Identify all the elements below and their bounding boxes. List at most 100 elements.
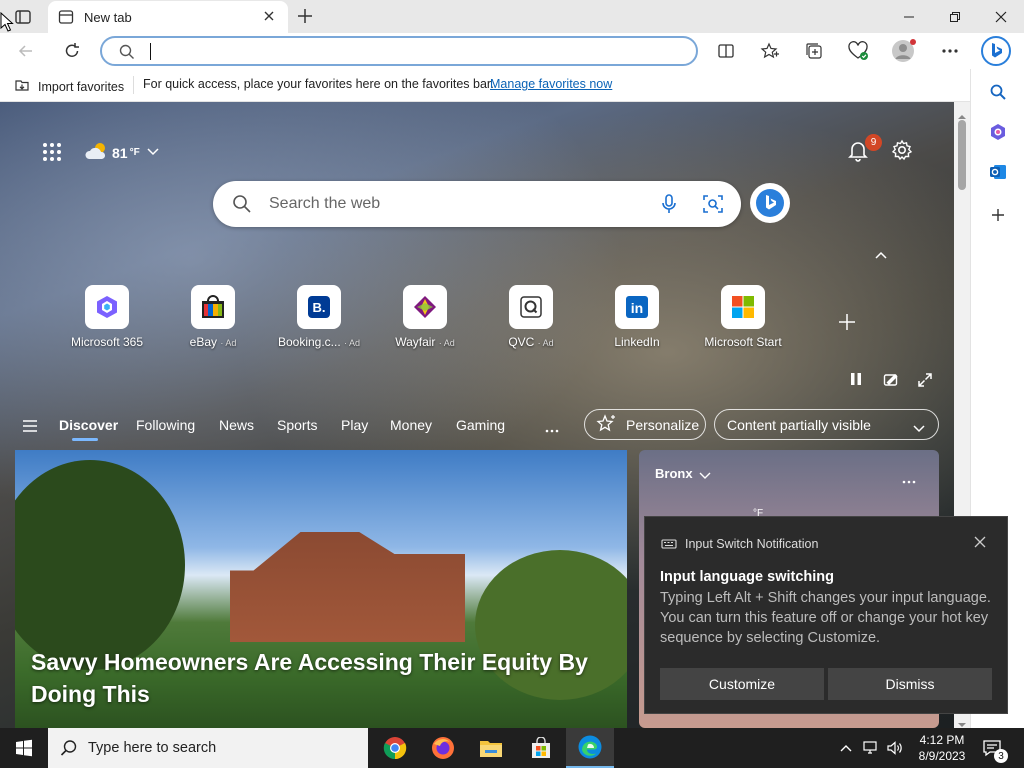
taskbar-search-box[interactable]: Type here to search (48, 728, 368, 768)
quick-link-microsoft-start[interactable]: Microsoft Start (693, 285, 793, 349)
collections-icon[interactable] (796, 33, 832, 69)
quick-link-linkedin[interactable]: in LinkedIn (587, 285, 687, 349)
tab-money[interactable]: Money (390, 417, 432, 433)
refresh-button[interactable] (62, 41, 82, 64)
action-center-count-badge: 3 (994, 749, 1008, 763)
network-icon[interactable] (862, 739, 880, 760)
quick-link-ebay[interactable]: eBay · Ad (163, 285, 263, 349)
collapse-chevron-icon[interactable] (874, 248, 888, 263)
chevron-down-icon (699, 468, 711, 483)
hamburger-menu-icon[interactable] (22, 419, 38, 436)
microsoft-logo-icon (721, 285, 765, 329)
system-clock[interactable]: 4:12 PM 8/9/2023 (912, 732, 972, 764)
sidebar-add-icon[interactable] (983, 200, 1013, 230)
tab-new-tab[interactable]: New tab (48, 1, 288, 33)
back-button[interactable] (16, 41, 36, 64)
hero-article-card[interactable]: Savvy Homeowners Are Accessing Their Equ… (15, 450, 627, 728)
weather-location: Bronx (655, 466, 693, 481)
ad-label: · Ad (537, 338, 554, 348)
volume-icon[interactable] (886, 739, 904, 760)
title-bar: New tab (0, 0, 1024, 33)
quick-link-label: Microsoft 365 (70, 335, 144, 349)
web-search-box[interactable]: Search the web (213, 181, 741, 227)
bing-chat-icon[interactable] (750, 183, 790, 223)
tab-following[interactable]: Following (136, 417, 195, 433)
microphone-icon[interactable] (659, 193, 679, 218)
microsoft-store-icon[interactable] (517, 728, 565, 768)
fullscreen-expand-icon[interactable] (917, 372, 933, 391)
quick-link-wayfair[interactable]: Wayfair · Ad (375, 285, 475, 349)
manage-favorites-link[interactable]: Manage favorites now (490, 77, 612, 91)
customize-button[interactable]: Customize (660, 668, 824, 700)
minimize-button[interactable] (886, 0, 932, 33)
file-explorer-icon[interactable] (467, 728, 515, 768)
more-options-icon[interactable] (902, 472, 916, 487)
settings-gear-icon[interactable] (891, 139, 913, 164)
quick-link-booking[interactable]: B. Booking.c... · Ad (269, 285, 369, 349)
add-quick-link-icon[interactable] (837, 312, 857, 335)
import-favorites-button[interactable]: Import favorites (14, 77, 124, 96)
favorites-message: For quick access, place your favorites h… (143, 77, 494, 91)
notification-body: Typing Left Alt + Shift changes your inp… (660, 590, 991, 646)
tab-news[interactable]: News (219, 417, 254, 433)
quick-link-microsoft-365[interactable]: Microsoft 365 (57, 285, 157, 349)
ad-label: · Ad (344, 338, 361, 348)
weather-temp: 81 (112, 144, 128, 161)
close-notification-icon[interactable] (974, 536, 986, 551)
close-window-button[interactable] (978, 0, 1024, 33)
clock-time: 4:12 PM (919, 733, 965, 747)
quick-link-label: eBay (189, 335, 217, 349)
mouse-cursor-icon (0, 11, 14, 35)
new-tab-button[interactable] (295, 6, 315, 29)
tab-discover[interactable]: Discover (59, 417, 118, 433)
weather-widget[interactable]: 81 °F (84, 140, 160, 165)
partly-cloudy-icon (84, 140, 110, 165)
tab-title: New tab (84, 9, 132, 25)
content-visibility-dropdown[interactable]: Content partially visible (714, 409, 939, 440)
tab-gaming[interactable]: Gaming (456, 417, 505, 433)
pause-background-icon[interactable] (849, 372, 863, 389)
chevron-down-icon (146, 145, 160, 160)
web-search-placeholder: Search the web (269, 195, 381, 212)
search-icon (60, 739, 78, 760)
personalize-button[interactable]: Personalize (584, 409, 706, 440)
show-hidden-icons-chevron[interactable] (839, 741, 853, 756)
sidebar-search-icon[interactable] (983, 77, 1013, 107)
edge-taskbar-icon[interactable] (566, 728, 614, 768)
browser-essentials-icon[interactable] (840, 33, 876, 69)
notification-count-badge: 9 (865, 134, 882, 151)
house-image (230, 532, 465, 642)
close-tab-icon[interactable] (262, 9, 276, 26)
tab-actions-icon[interactable] (14, 8, 32, 26)
favorites-icon[interactable] (752, 33, 788, 69)
ebay-bag-icon (191, 285, 235, 329)
apps-launcher-icon[interactable] (42, 142, 62, 165)
tab-play[interactable]: Play (341, 417, 368, 433)
scrollbar-thumb[interactable] (958, 120, 966, 190)
bing-chat-button[interactable] (980, 35, 1012, 67)
more-tabs-icon[interactable] (545, 421, 559, 436)
address-bar[interactable] (100, 36, 698, 66)
notification-app-title: Input Switch Notification (685, 537, 819, 551)
chrome-icon[interactable] (371, 728, 419, 768)
quick-link-qvc[interactable]: QVC · Ad (481, 285, 581, 349)
visual-search-icon[interactable] (702, 193, 724, 218)
restore-button[interactable] (932, 0, 978, 33)
quick-link-label: Wayfair (395, 335, 436, 349)
booking-icon: B. (297, 285, 341, 329)
customize-background-icon[interactable] (883, 372, 899, 391)
firefox-icon[interactable] (419, 728, 467, 768)
sidebar-outlook-icon[interactable] (983, 157, 1013, 187)
profile-avatar[interactable] (888, 37, 918, 65)
tab-sports[interactable]: Sports (277, 417, 317, 433)
favorites-bar: Import favorites For quick access, place… (0, 69, 970, 102)
split-screen-icon[interactable] (708, 33, 744, 69)
svg-text:B.: B. (313, 300, 326, 315)
sidebar-copilot-icon[interactable] (983, 117, 1013, 147)
dismiss-button[interactable]: Dismiss (828, 668, 992, 700)
search-icon (118, 43, 136, 64)
svg-text:in: in (631, 300, 643, 316)
more-options-icon[interactable] (932, 33, 968, 69)
ad-label: · Ad (438, 338, 455, 348)
start-button[interactable] (0, 728, 48, 768)
